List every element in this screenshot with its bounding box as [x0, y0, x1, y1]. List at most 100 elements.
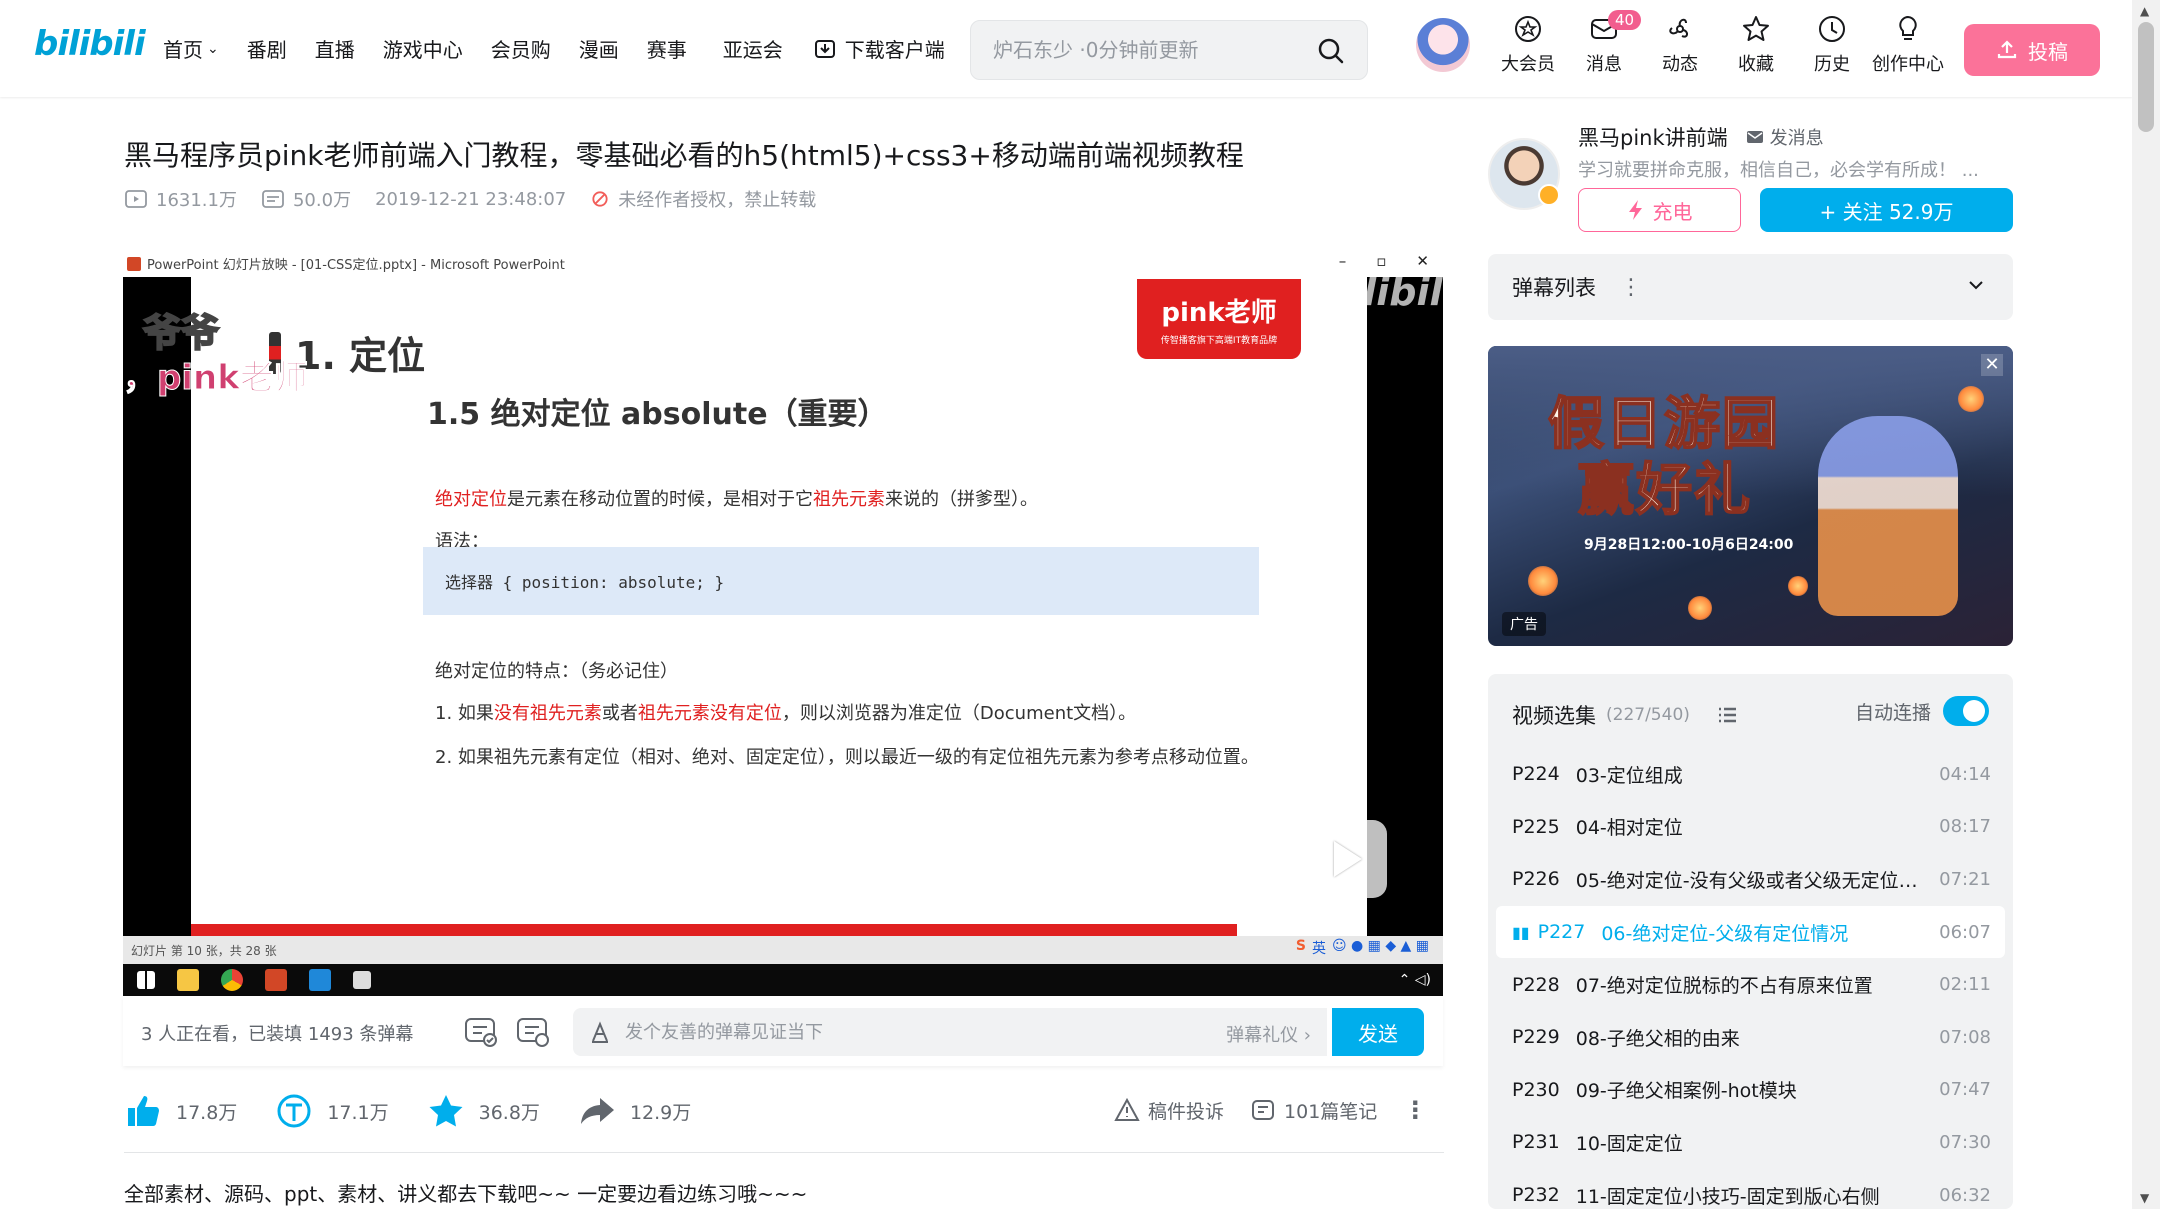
share-button[interactable]: 12.9万 [578, 1092, 691, 1130]
upload-button[interactable]: 投稿 [1964, 24, 2100, 76]
slide-code-box: 选择器 { position: absolute; } [423, 547, 1259, 615]
playlist-item[interactable]: P225 04-相对定位 08:17 [1496, 801, 2005, 854]
star-icon [1743, 16, 1769, 41]
lightning-icon [1628, 200, 1642, 220]
windows-start-icon [137, 971, 155, 989]
danmaku-input-wrap: 弹幕礼仪 › [573, 1008, 1327, 1056]
nav-esports[interactable]: 赛事 [647, 34, 687, 63]
slide-feature-1: 1. 如果没有祖先元素或者祖先元素没有定位，则以浏览器为准定位（Document… [435, 703, 1137, 724]
list-icon[interactable] [1716, 704, 1738, 726]
lantern-deco [1958, 386, 1984, 412]
ad-tag: 广告 [1502, 612, 1546, 636]
report-button[interactable]: 稿件投诉 [1114, 1097, 1224, 1124]
nav-shop[interactable]: 会员购 [491, 34, 551, 63]
nav-manga[interactable]: 漫画 [579, 34, 619, 63]
powerpoint-icon [127, 256, 141, 271]
nav-home[interactable]: 首页 ⌄ [163, 34, 219, 63]
danmaku-count: 50.0万 [261, 186, 351, 212]
nav-game-center[interactable]: 游戏中心 [383, 34, 463, 63]
video-description: 全部素材、源码、ppt、素材、讲义都去下载吧~~ 一定要边看边练习哦~~~ [124, 1182, 808, 1206]
danmaku-settings-icon[interactable] [515, 1014, 549, 1048]
header-vip[interactable]: 大会员 [1490, 14, 1566, 76]
bilibili-logo[interactable]: bilibili [34, 24, 146, 68]
playlist-item[interactable]: P230 09-子绝父相案例-hot模块 07:47 [1496, 1064, 2005, 1117]
font-style-icon[interactable] [589, 1021, 611, 1043]
thumbs-up-icon [128, 1096, 159, 1126]
follow-button[interactable]: + 关注 52.9万 [1760, 188, 2013, 232]
page-scrollbar[interactable]: ▲ ▼ [2132, 0, 2160, 1209]
chevron-down-icon: ⌄ [207, 40, 219, 57]
send-message-link[interactable]: 发消息 [1746, 124, 1824, 150]
powerpoint-taskbar-icon [265, 969, 287, 991]
lantern-deco [1788, 576, 1808, 596]
playlist-item[interactable]: P231 10-固定定位 07:30 [1496, 1116, 2005, 1169]
chevron-down-icon[interactable] [1965, 274, 1987, 296]
autoplay-switch[interactable]: 自动连播 [1855, 696, 1989, 726]
explorer-icon [177, 969, 199, 991]
scrollbar-thumb[interactable] [2138, 22, 2154, 132]
scroll-down-icon[interactable]: ▼ [2140, 1191, 2149, 1205]
playlist-item-active[interactable]: ▮▮ P227 06-绝对定位-父级有定位情况 06:07 [1496, 905, 2005, 959]
danmaku-input[interactable] [625, 1021, 1185, 1043]
video-meta: 1631.1万 50.0万 2019-12-21 23:48:07 未经作者授权… [124, 186, 816, 212]
header-message[interactable]: 40 消息 [1566, 10, 1642, 76]
playlist-item[interactable]: P226 05-绝对定位-没有父级或者父级无定位情况 07:21 [1496, 853, 2005, 906]
uploader-name-row: 黑马pink讲前端 发消息 [1578, 122, 1824, 152]
window-controls: – ▫ ✕ [1339, 252, 1429, 270]
header-dynamic[interactable]: 动态 [1642, 14, 1718, 76]
user-avatar[interactable] [1416, 18, 1470, 72]
sogou-icon: S [1295, 938, 1306, 954]
close-icon[interactable]: ✕ [1981, 354, 2003, 376]
view-count: 1631.1万 [124, 186, 237, 212]
search-icon[interactable] [1317, 37, 1345, 65]
charge-button[interactable]: 充电 [1578, 188, 1741, 232]
header-creator-center[interactable]: 创作中心 [1870, 14, 1946, 76]
danmaku-bar: 3 人正在看，已装填 1493 条弹幕 弹幕礼仪 › 发送 [123, 996, 1443, 1066]
play-count-icon [125, 190, 147, 208]
video-player[interactable]: PowerPoint 幻灯片放映 - [01-CSS定位.pptx] - Mic… [123, 250, 1443, 996]
slide-features-label: 绝对定位的特点：（务必记住） [435, 661, 678, 682]
coin-button[interactable]: 17.1万 [275, 1092, 389, 1130]
scroll-up-icon[interactable]: ▲ [2140, 4, 2149, 18]
danmaku-count-icon [262, 190, 284, 208]
like-button[interactable]: 17.8万 [124, 1092, 237, 1130]
nav-asian-games[interactable]: 亚运会 [723, 34, 783, 63]
nav-download-client[interactable]: 下载客户端 [813, 34, 945, 63]
play-button[interactable] [1303, 820, 1387, 898]
danmaku-overlay-1: 爷爷 [142, 310, 220, 356]
playlist-item[interactable]: P229 08-子绝父相的由来 07:08 [1496, 1011, 2005, 1064]
slide-subheading: 1.5 绝对定位 absolute（重要） [427, 397, 888, 432]
uploader-name[interactable]: 黑马pink讲前端 [1578, 122, 1728, 152]
danmaku-etiquette-link[interactable]: 弹幕礼仪 › [1226, 1021, 1311, 1047]
ad-banner[interactable]: 假日游园 赢好礼 9月28日12:00-10月6日24:00 广告 ✕ [1488, 346, 2013, 646]
playlist-item[interactable]: P228 07-绝对定位脱标的不占有原来位置 02:11 [1496, 958, 2005, 1011]
danmaku-list-panel[interactable]: 弹幕列表 ⋮ [1488, 254, 2013, 320]
more-icon[interactable]: ⋮ [1403, 1096, 1427, 1124]
warning-icon [1114, 1097, 1140, 1121]
header-favorites[interactable]: 收藏 [1718, 14, 1794, 76]
bulb-icon [1899, 15, 1917, 40]
uploader-avatar[interactable] [1488, 138, 1560, 210]
nav-live[interactable]: 直播 [315, 34, 355, 63]
ad-date: 9月28日12:00-10月6日24:00 [1584, 537, 1794, 553]
slide-progress-bar [191, 924, 1237, 936]
minimize-icon: – [1338, 252, 1347, 270]
notes-button[interactable]: 101篇笔记 [1250, 1097, 1377, 1124]
more-options-icon[interactable]: ⋮ [1620, 275, 1642, 300]
playlist-item[interactable]: P224 03-定位组成 04:14 [1496, 748, 2005, 801]
autoplay-toggle[interactable] [1943, 696, 1989, 726]
search-box [970, 20, 1368, 80]
send-danmaku-button[interactable]: 发送 [1332, 1008, 1424, 1056]
nav-anime[interactable]: 番剧 [247, 34, 287, 63]
ppt-slide: pink老师 传智播客旗下高端IT教育品牌 1. 定位 1.5 绝对定位 abs… [191, 277, 1367, 947]
search-input[interactable] [993, 38, 1303, 62]
slide-definition: 绝对定位是元素在移动位置的时候，是相对于它祖先元素来说的（拼爹型）。 [435, 489, 1038, 510]
forbidden-icon [592, 191, 608, 207]
ime-tray: S 英 ☺ ● ▦ ◆ ▲ ▦ [1295, 938, 1429, 957]
playlist-item[interactable]: P232 11-固定定位小技巧-固定到版心右侧 06:32 [1496, 1169, 2005, 1209]
brand-logo: pink老师 传智播客旗下高端IT教育品牌 [1137, 279, 1301, 359]
header-history[interactable]: 历史 [1794, 14, 1870, 76]
app-icon [353, 971, 371, 989]
danmaku-toggle-icon[interactable] [463, 1014, 497, 1048]
favorite-button[interactable]: 36.8万 [427, 1092, 540, 1130]
